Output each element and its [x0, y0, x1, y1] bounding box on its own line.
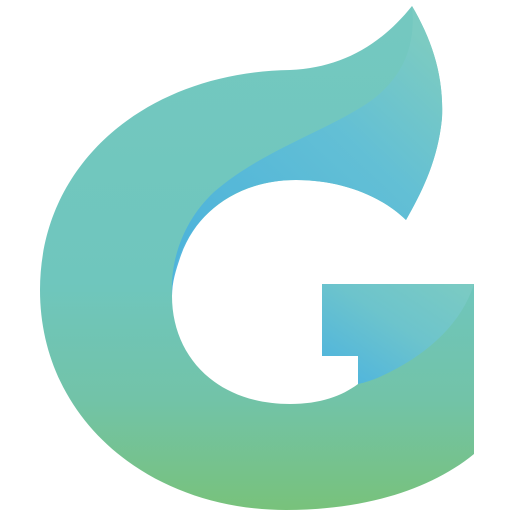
app-logo	[0, 0, 512, 512]
letter-g-leaf-icon	[40, 6, 474, 510]
